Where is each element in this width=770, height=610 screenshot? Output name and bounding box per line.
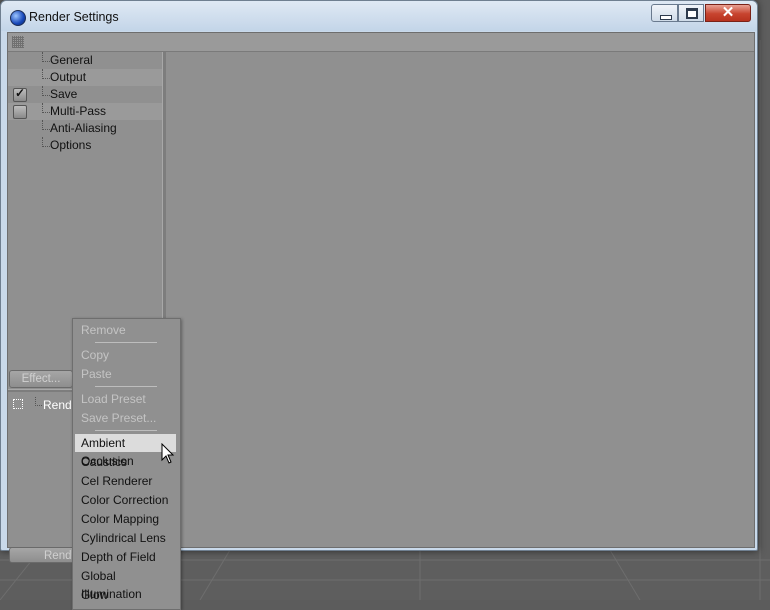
close-button[interactable]: ✕ [705, 4, 751, 22]
menu-item-cel-renderer[interactable]: Cel Renderer [75, 472, 176, 490]
menu-item-color-correction[interactable]: Color Correction [75, 491, 176, 509]
minimize-icon [660, 15, 672, 20]
menu-item-glow[interactable]: Glow [75, 586, 176, 604]
tree-branch-line [42, 120, 50, 130]
multi-pass-enable-checkbox[interactable] [13, 105, 27, 119]
tree-item-anti-aliasing[interactable]: Anti-Aliasing [8, 120, 162, 137]
cinema4d-app-icon [10, 10, 26, 26]
tree-branch-line [35, 397, 42, 406]
tree-item-label: General [50, 53, 93, 67]
tree-branch-line [42, 69, 50, 79]
close-icon: ✕ [721, 4, 735, 21]
toolbar [8, 33, 754, 52]
tree-branch-line [42, 52, 50, 62]
menu-separator [95, 386, 157, 387]
tree-branch-line [42, 137, 50, 147]
panel-grip-icon[interactable] [12, 36, 24, 48]
menu-item-cylindrical-lens[interactable]: Cylindrical Lens [75, 529, 176, 547]
settings-detail-panel [166, 52, 754, 547]
mouse-cursor-icon [161, 443, 175, 464]
menu-item-depth-of-field[interactable]: Depth of Field [75, 548, 176, 566]
tree-item-label: Anti-Aliasing [50, 121, 117, 135]
menu-item-color-mapping[interactable]: Color Mapping [75, 510, 176, 528]
tree-item-label: Output [50, 70, 87, 84]
checkmark-icon: ✓ [14, 86, 26, 100]
menu-item-load-preset[interactable]: Load Preset [75, 390, 176, 408]
tree-item-save[interactable]: ✓ Save [8, 86, 162, 103]
window-title: Render Settings [29, 10, 119, 24]
tree-branch-line [42, 103, 50, 113]
maximize-button[interactable] [678, 4, 704, 22]
tree-item-multi-pass[interactable]: Multi-Pass [8, 103, 162, 120]
tree-item-options[interactable]: Options [8, 137, 162, 154]
menu-item-paste[interactable]: Paste [75, 365, 176, 383]
menu-item-save-preset[interactable]: Save Preset... [75, 409, 176, 427]
save-enable-checkbox[interactable]: ✓ [13, 86, 27, 102]
tree-item-general[interactable]: General [8, 52, 162, 69]
title-bar[interactable]: Render Settings ✕ [1, 1, 757, 31]
menu-item-copy[interactable]: Copy [75, 346, 176, 364]
maximize-icon [686, 8, 698, 19]
menu-item-remove[interactable]: Remove [75, 321, 176, 339]
tree-branch-line [42, 86, 50, 96]
effect-button[interactable]: Effect... [9, 370, 73, 388]
render-setting-icon [13, 399, 23, 409]
menu-separator [95, 342, 157, 343]
tree-item-label: Save [50, 87, 78, 101]
menu-separator [95, 430, 157, 431]
tree-item-label: Multi-Pass [50, 104, 107, 118]
tree-item-output[interactable]: Output [8, 69, 162, 86]
minimize-button[interactable] [651, 4, 678, 22]
tree-item-label: Options [50, 138, 92, 152]
menu-item-global-illumination[interactable]: Global Illumination [75, 567, 176, 601]
